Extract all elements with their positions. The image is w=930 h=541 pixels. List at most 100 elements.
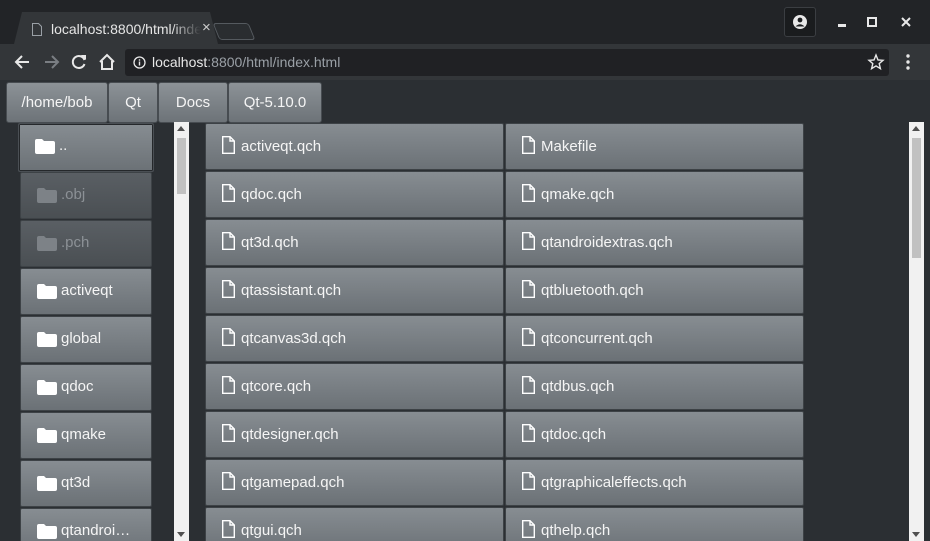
- file-item[interactable]: qtconcurrent.qch: [505, 315, 804, 362]
- directory-list: .. .obj .pch activeqt global qdoc qmake: [17, 122, 154, 541]
- directory-scrollbar-thumb[interactable]: [177, 138, 186, 194]
- file-item[interactable]: qtgui.qch: [205, 507, 504, 541]
- tab-close-icon[interactable]: ×: [202, 20, 211, 36]
- directory-label: qtandroi…: [61, 522, 131, 539]
- file-item[interactable]: qtcanvas3d.qch: [205, 315, 504, 362]
- file-item[interactable]: qtgraphicaleffects.qch: [505, 459, 804, 506]
- file-item[interactable]: qtbluetooth.qch: [505, 267, 804, 314]
- file-item[interactable]: qmake.qch: [505, 171, 804, 218]
- page-content: /home/bob Qt Docs Qt-5.10.0 .. .obj .pch…: [0, 80, 930, 541]
- file-label: qtassistant.qch: [241, 282, 342, 299]
- document-icon: [32, 23, 42, 36]
- new-tab-button[interactable]: [212, 23, 256, 40]
- document-icon: [522, 376, 535, 394]
- scroll-up-arrow-icon[interactable]: [177, 126, 185, 131]
- close-icon: [901, 17, 911, 27]
- url-text[interactable]: localhost:8800/html/index.html: [152, 54, 340, 70]
- file-item[interactable]: qtdesigner.qch: [205, 411, 504, 458]
- document-icon: [522, 472, 535, 490]
- more-menu-icon[interactable]: [898, 52, 918, 72]
- file-label: qtbluetooth.qch: [541, 282, 644, 299]
- file-label: qtgamepad.qch: [241, 474, 345, 491]
- directory-qtandroid[interactable]: qtandroi…: [20, 508, 152, 541]
- bookmark-star-icon[interactable]: [867, 53, 885, 71]
- folder-icon: [37, 188, 57, 203]
- file-item[interactable]: qtgamepad.qch: [205, 459, 504, 506]
- breadcrumb-qt-5-10-0[interactable]: Qt-5.10.0: [228, 82, 322, 123]
- file-item[interactable]: qdoc.qch: [205, 171, 504, 218]
- file-label: qtgraphicaleffects.qch: [541, 474, 687, 491]
- folder-icon: [35, 139, 55, 154]
- document-icon: [222, 424, 235, 442]
- file-label: qtdoc.qch: [541, 426, 607, 443]
- scroll-down-arrow-icon[interactable]: [177, 532, 185, 537]
- directory-label: .obj: [61, 186, 86, 203]
- file-item[interactable]: qtdoc.qch: [505, 411, 804, 458]
- file-label: qmake.qch: [541, 186, 615, 203]
- file-item[interactable]: qtassistant.qch: [205, 267, 504, 314]
- info-icon[interactable]: [133, 56, 146, 69]
- forward-arrow-icon[interactable]: [41, 52, 61, 72]
- folder-icon: [37, 236, 57, 251]
- directory-qmake[interactable]: qmake: [20, 412, 152, 459]
- file-item[interactable]: activeqt.qch: [205, 123, 504, 170]
- directory-global[interactable]: global: [20, 316, 152, 363]
- home-icon[interactable]: [97, 52, 117, 72]
- scroll-down-arrow-icon[interactable]: [912, 532, 920, 537]
- url-path: :8800/html/index.html: [207, 54, 341, 70]
- maximize-icon: [867, 17, 877, 27]
- file-label: qdoc.qch: [241, 186, 302, 203]
- minimize-button[interactable]: [827, 8, 857, 36]
- directory-qdoc[interactable]: qdoc: [20, 364, 152, 411]
- url-host: localhost: [152, 54, 208, 70]
- page-scrollbar-thumb[interactable]: [912, 138, 921, 258]
- document-icon: [222, 520, 235, 538]
- file-label: qtandroidextras.qch: [541, 234, 673, 251]
- directory-label: qdoc: [61, 378, 94, 395]
- back-arrow-icon[interactable]: [13, 52, 33, 72]
- maximize-button[interactable]: [857, 8, 887, 36]
- file-item[interactable]: qtcore.qch: [205, 363, 504, 410]
- directory-label: qmake: [61, 426, 107, 443]
- file-label: qtdesigner.qch: [241, 426, 339, 443]
- document-icon: [522, 136, 535, 154]
- file-item[interactable]: Makefile: [505, 123, 804, 170]
- document-icon: [222, 376, 235, 394]
- document-icon: [222, 472, 235, 490]
- directory-scrollbar[interactable]: [174, 122, 189, 541]
- breadcrumb-qt[interactable]: Qt: [108, 82, 158, 123]
- file-label: qthelp.qch: [541, 522, 611, 539]
- address-bar[interactable]: localhost:8800/html/index.html: [125, 49, 889, 76]
- file-label: qtgui.qch: [241, 522, 302, 539]
- directory-label: qt3d: [61, 474, 91, 491]
- browser-tab[interactable]: localhost:8800/html/index.html ×: [14, 12, 218, 44]
- document-icon: [222, 136, 235, 154]
- page-scrollbar[interactable]: [909, 122, 924, 541]
- profile-button[interactable]: [784, 7, 816, 37]
- document-icon: [522, 280, 535, 298]
- document-icon: [522, 424, 535, 442]
- directory-label: activeqt: [61, 282, 113, 299]
- breadcrumb-docs[interactable]: Docs: [158, 82, 228, 123]
- directory-qt3d[interactable]: qt3d: [20, 460, 152, 507]
- breadcrumb-home-bob[interactable]: /home/bob: [6, 82, 108, 123]
- directory-parent[interactable]: ..: [18, 123, 154, 172]
- close-window-button[interactable]: [891, 8, 921, 36]
- document-icon: [222, 184, 235, 202]
- document-icon: [222, 232, 235, 250]
- document-icon: [522, 184, 535, 202]
- directory-obj[interactable]: .obj: [20, 172, 152, 219]
- document-icon: [222, 328, 235, 346]
- file-item[interactable]: qtdbus.qch: [505, 363, 804, 410]
- file-item[interactable]: qt3d.qch: [205, 219, 504, 266]
- reload-icon[interactable]: [69, 52, 89, 72]
- file-label: activeqt.qch: [241, 138, 322, 155]
- folder-icon: [37, 428, 57, 443]
- directory-activeqt[interactable]: activeqt: [20, 268, 152, 315]
- folder-icon: [37, 284, 57, 299]
- file-item[interactable]: qthelp.qch: [505, 507, 804, 541]
- file-item[interactable]: qtandroidextras.qch: [505, 219, 804, 266]
- directory-pch[interactable]: .pch: [20, 220, 152, 267]
- scroll-up-arrow-icon[interactable]: [912, 126, 920, 131]
- file-label: qt3d.qch: [241, 234, 299, 251]
